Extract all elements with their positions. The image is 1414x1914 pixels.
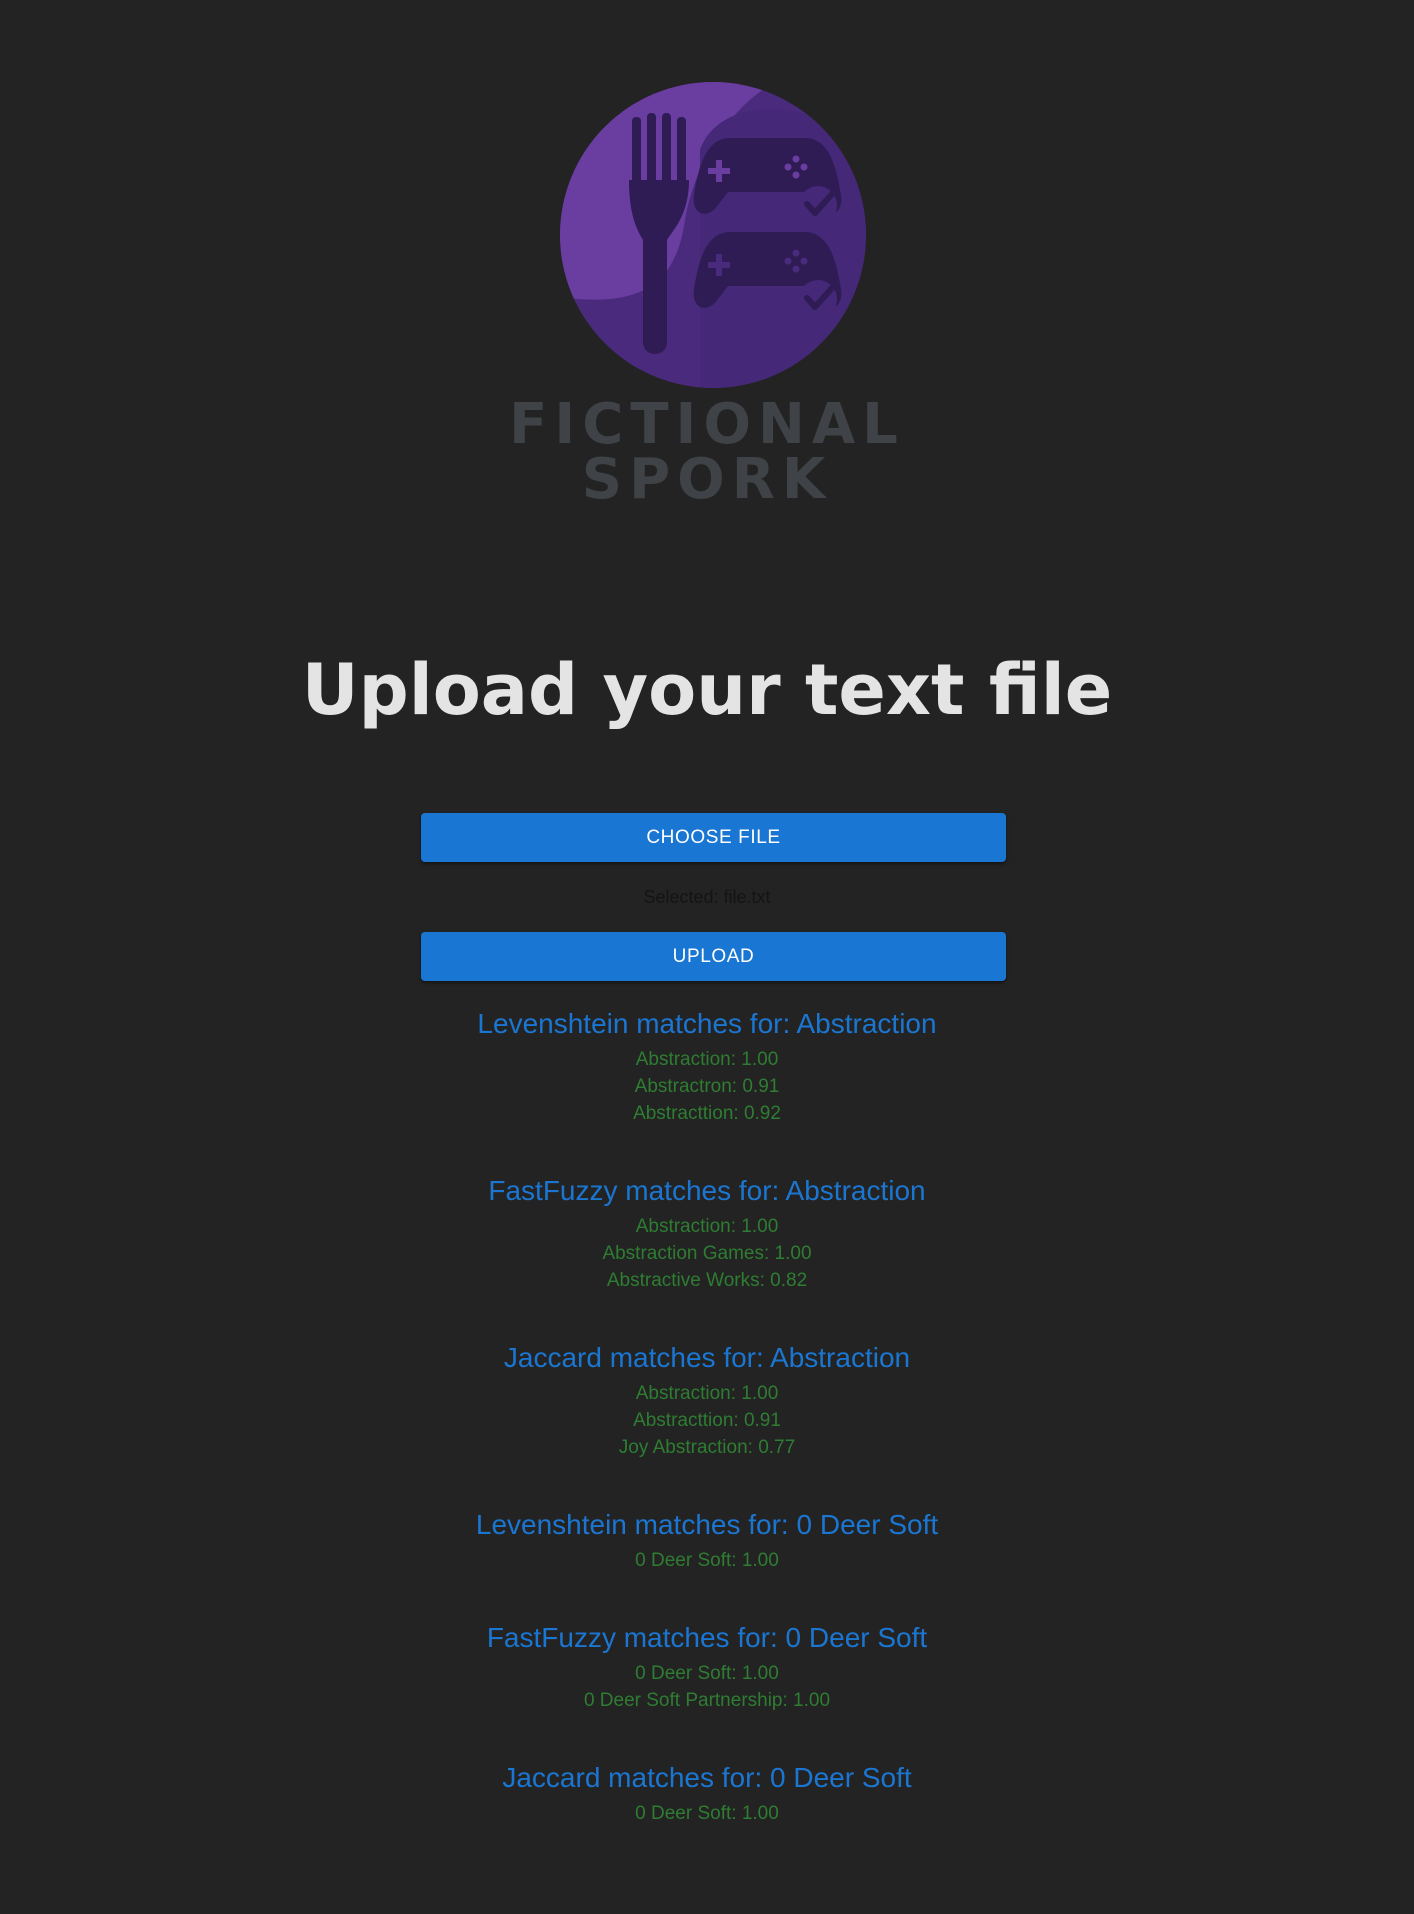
- result-group-fastfuzzy-abstraction: FastFuzzy matches for: Abstraction Abstr…: [0, 1172, 1414, 1294]
- brand-name-line2: SPORK: [581, 447, 833, 512]
- brand-logo: FICTIONAL SPORK: [0, 0, 1414, 560]
- result-group-jaccard-abstraction: Jaccard matches for: Abstraction Abstrac…: [0, 1339, 1414, 1461]
- page-title: Upload your text file: [301, 649, 1113, 731]
- result-heading: Jaccard matches for: Abstraction: [503, 1342, 911, 1373]
- checkmark-icon: [799, 186, 837, 224]
- result-heading: FastFuzzy matches for: Abstraction: [488, 1175, 926, 1206]
- checkmark-icon: [799, 280, 837, 318]
- match-item: Abstracttion: 0.92: [633, 1103, 781, 1124]
- match-item: 0 Deer Soft Partnership: 1.00: [583, 1690, 831, 1711]
- match-list: Abstraction: 1.00 Abstractron: 0.91 Abst…: [0, 1046, 1414, 1127]
- match-item: Abstraction: 1.00: [635, 1049, 779, 1070]
- match-item: Abstractron: 0.91: [634, 1076, 780, 1097]
- results-list: Levenshtein matches for: Abstraction Abs…: [0, 1005, 1414, 1827]
- match-item: Joy Abstraction: 0.77: [618, 1437, 796, 1458]
- brand-name-line1: FICTIONAL: [509, 392, 905, 457]
- match-item: 0 Deer Soft: 1.00: [635, 1803, 779, 1824]
- match-item: Abstracttion: 0.91: [633, 1410, 781, 1431]
- match-item: 0 Deer Soft: 1.00: [635, 1663, 779, 1684]
- result-heading: Jaccard matches for: 0 Deer Soft: [502, 1762, 912, 1793]
- result-heading: FastFuzzy matches for: 0 Deer Soft: [486, 1622, 928, 1653]
- spork-logo-icon: [560, 82, 866, 388]
- result-group-fastfuzzy-deer-soft: FastFuzzy matches for: 0 Deer Soft 0 Dee…: [0, 1619, 1414, 1714]
- match-list: 0 Deer Soft: 1.00 0 Deer Soft Partnershi…: [0, 1660, 1414, 1714]
- match-item: Abstractive Works: 0.82: [606, 1270, 808, 1291]
- match-list: Abstraction: 1.00 Abstraction Games: 1.0…: [0, 1213, 1414, 1294]
- result-group-jaccard-deer-soft: Jaccard matches for: 0 Deer Soft 0 Deer …: [0, 1759, 1414, 1827]
- upload-button[interactable]: UPLOAD: [421, 932, 1006, 981]
- match-item: Abstraction Games: 1.00: [602, 1243, 812, 1264]
- match-item: Abstraction: 1.00: [635, 1216, 779, 1237]
- result-heading: Levenshtein matches for: 0 Deer Soft: [475, 1509, 939, 1540]
- result-group-levenshtein-deer-soft: Levenshtein matches for: 0 Deer Soft 0 D…: [0, 1506, 1414, 1574]
- match-list: 0 Deer Soft: 1.00: [0, 1800, 1414, 1827]
- result-heading: Levenshtein matches for: Abstraction: [477, 1008, 937, 1039]
- match-item: 0 Deer Soft: 1.00: [635, 1550, 779, 1571]
- match-list: 0 Deer Soft: 1.00: [0, 1547, 1414, 1574]
- result-group-levenshtein-abstraction: Levenshtein matches for: Abstraction Abs…: [0, 1005, 1414, 1127]
- selected-file-label: Selected: file.txt: [643, 887, 771, 907]
- match-item: Abstraction: 1.00: [635, 1383, 779, 1404]
- match-list: Abstraction: 1.00 Abstracttion: 0.91 Joy…: [0, 1380, 1414, 1461]
- choose-file-button[interactable]: CHOOSE FILE: [421, 813, 1006, 862]
